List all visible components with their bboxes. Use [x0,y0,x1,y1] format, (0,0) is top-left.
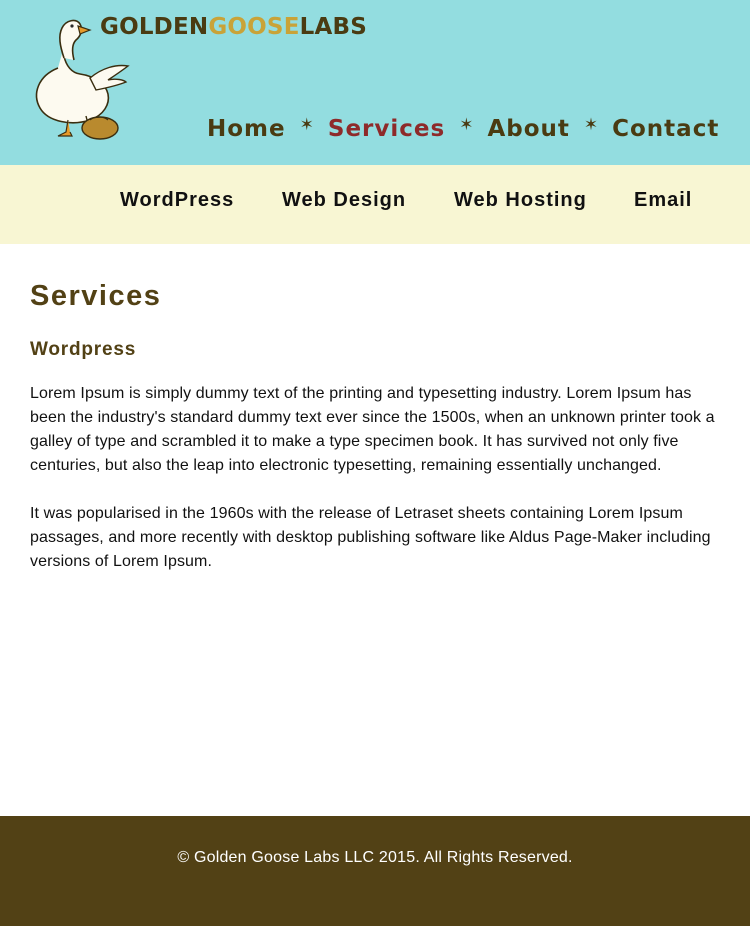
brand-name-golden: GOLDEN [100,14,209,40]
nav-item-about[interactable]: About [487,116,569,142]
nav-item-home[interactable]: Home [207,116,286,142]
nav-item-services[interactable]: Services [328,116,445,142]
nav-separator-star-icon: ✶ [459,115,474,134]
copyright-text: © Golden Goose Labs LLC 2015. All Rights… [177,849,573,866]
nav-item-contact[interactable]: Contact [612,116,719,142]
subnav-item-web-hosting[interactable]: Web Hosting [454,189,587,212]
services-sub-nav: WordPress Web Design Web Hosting Email [0,165,750,244]
body-paragraph: Lorem Ipsum is simply dummy text of the … [30,385,715,474]
brand-name-goose: GOOSE [208,14,300,40]
nav-separator-star-icon: ✶ [299,115,314,134]
site-footer: © Golden Goose Labs LLC 2015. All Rights… [0,816,750,926]
brand-name-labs: LABS [299,14,367,40]
main-content: Services Wordpress Lorem Ipsum is simply… [30,280,720,574]
brand-logo-text[interactable]: GOLDENGOOSELABS [100,14,367,40]
subnav-item-web-design[interactable]: Web Design [282,189,406,212]
subnav-item-wordpress[interactable]: WordPress [120,189,234,212]
page-title: Services [30,280,162,312]
main-nav: Home ✶ Services ✶ About ✶ Contact [207,112,719,146]
nav-separator-star-icon: ✶ [583,115,599,134]
body-paragraph: It was popularised in the 1960s with the… [30,505,711,570]
section-heading: Wordpress [30,339,137,360]
subnav-item-email[interactable]: Email [634,189,692,212]
site-header: GOLDENGOOSELABS Home ✶ Services ✶ About ✶ Cont… [0,0,750,165]
